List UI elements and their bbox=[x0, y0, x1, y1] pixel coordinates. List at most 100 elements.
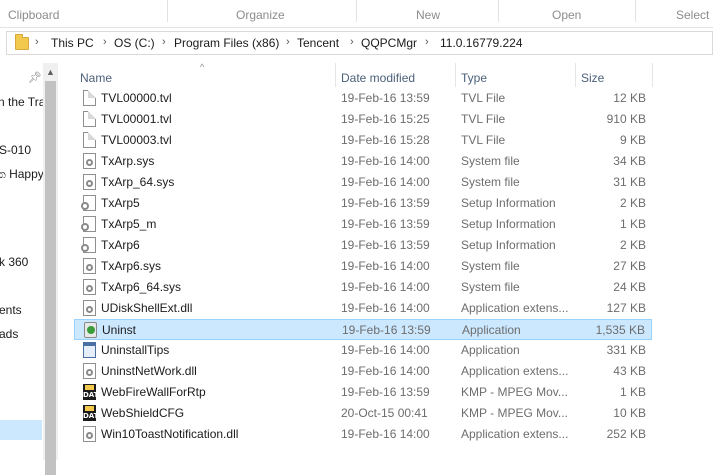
file-row[interactable]: TVL00000.tvl 19-Feb-16 13:59 TVL File 12 KB bbox=[74, 88, 652, 109]
file-size: 2 KB bbox=[619, 238, 646, 252]
folder-icon bbox=[15, 34, 29, 50]
chevron-right-icon[interactable]: › bbox=[103, 36, 107, 48]
file-row[interactable]: DAT WebFireWallForRtp 19-Feb-16 13:59 KMP -… bbox=[74, 382, 652, 403]
ribbon-divider bbox=[356, 0, 357, 22]
file-size: 31 KB bbox=[613, 175, 646, 189]
file-type: KMP - MPEG Mov... bbox=[461, 385, 568, 399]
file-row[interactable]: TxArp5_m 19-Feb-16 13:59 Setup Information… bbox=[74, 214, 652, 235]
pin-icon[interactable]: 📌︎ bbox=[28, 71, 42, 84]
file-row[interactable]: UDiskShellExt.dll 19-Feb-16 14:00 Applicat… bbox=[74, 298, 652, 319]
column-header-name[interactable]: Name bbox=[80, 71, 112, 85]
file-row[interactable]: TVL00003.tvl 19-Feb-16 15:28 TVL File 9 KB bbox=[74, 130, 652, 151]
nav-item[interactable]: ents bbox=[0, 303, 22, 317]
file-type: Setup Information bbox=[461, 196, 556, 210]
file-date-modified: 19-Feb-16 14:00 bbox=[341, 343, 430, 357]
file-type: TVL File bbox=[461, 91, 506, 105]
file-row[interactable]: TxArp6.sys 19-Feb-16 14:00 System file 27 K… bbox=[74, 256, 652, 277]
chevron-right-icon[interactable]: › bbox=[162, 36, 166, 48]
column-header-row: ^ Name Date modified Type Size bbox=[74, 63, 713, 87]
system-file-icon bbox=[83, 300, 96, 316]
chevron-right-icon[interactable]: › bbox=[35, 36, 39, 48]
file-row[interactable]: TxArp_64.sys 19-Feb-16 14:00 System file 31… bbox=[74, 172, 652, 193]
file-type: TVL File bbox=[461, 112, 506, 126]
file-date-modified: 19-Feb-16 14:00 bbox=[341, 154, 430, 168]
file-date-modified: 19-Feb-16 14:00 bbox=[341, 175, 430, 189]
ribbon-group-organize: Organize bbox=[236, 8, 285, 22]
document-icon bbox=[83, 111, 96, 127]
system-file-icon bbox=[83, 153, 96, 169]
ribbon: Clipboard Organize New Open Select bbox=[0, 0, 713, 28]
column-divider[interactable] bbox=[455, 63, 456, 87]
file-row[interactable]: TxArp6_64.sys 19-Feb-16 14:00 System file 2… bbox=[74, 277, 652, 298]
system-file-icon bbox=[83, 258, 96, 274]
file-name: TxArp6 bbox=[101, 238, 140, 252]
file-type: Setup Information bbox=[461, 238, 556, 252]
document-icon bbox=[83, 90, 96, 106]
system-file-icon bbox=[83, 174, 96, 190]
chevron-right-icon[interactable]: › bbox=[350, 36, 354, 48]
breadcrumb-tencent[interactable]: Tencent bbox=[297, 36, 339, 50]
file-size: 24 KB bbox=[613, 280, 646, 294]
file-size: 27 KB bbox=[613, 259, 646, 273]
file-size: 1 KB bbox=[619, 385, 646, 399]
chevron-right-icon[interactable]: › bbox=[425, 36, 429, 48]
file-date-modified: 19-Feb-16 13:59 bbox=[341, 238, 430, 252]
file-name: TVL00000.tvl bbox=[101, 91, 172, 105]
file-size: 331 KB bbox=[606, 343, 646, 357]
nav-item[interactable]: n the Tra bbox=[0, 95, 45, 109]
column-header-type[interactable]: Type bbox=[461, 71, 487, 85]
column-header-date[interactable]: Date modified bbox=[341, 71, 415, 85]
file-name: UninstNetWork.dll bbox=[101, 364, 197, 378]
column-divider[interactable] bbox=[335, 63, 336, 87]
file-date-modified: 19-Feb-16 13:59 bbox=[342, 323, 431, 337]
file-row[interactable]: TxArp6 19-Feb-16 13:59 Setup Information 2 … bbox=[74, 235, 652, 256]
column-header-size[interactable]: Size bbox=[581, 71, 604, 85]
dat-file-icon: DAT bbox=[83, 384, 98, 400]
file-name: UninstallTips bbox=[101, 343, 170, 357]
file-date-modified: 19-Feb-16 13:59 bbox=[341, 91, 430, 105]
breadcrumb-version-folder[interactable]: 11.0.16779.224 bbox=[440, 36, 523, 50]
breadcrumb-this-pc[interactable]: This PC bbox=[51, 36, 94, 50]
file-row[interactable]: Uninst 19-Feb-16 13:59 Application 1,535 KB bbox=[74, 319, 652, 340]
scrollbar-thumb[interactable] bbox=[45, 81, 56, 475]
file-row[interactable]: TxArp5 19-Feb-16 13:59 Setup Information 2 … bbox=[74, 193, 652, 214]
file-row[interactable]: DAT WebShieldCFG 20-Oct-15 00:41 KMP - MPEG… bbox=[74, 403, 652, 424]
breadcrumb-os-drive[interactable]: OS (C:) bbox=[114, 36, 155, 50]
file-row[interactable]: UninstNetWork.dll 19-Feb-16 14:00 Applicat… bbox=[74, 361, 652, 382]
chevron-right-icon[interactable]: › bbox=[286, 36, 290, 48]
file-row[interactable]: Win10ToastNotification.dll 19-Feb-16 14:0… bbox=[74, 424, 652, 445]
nav-item[interactable]: ක Happy bbox=[0, 167, 44, 182]
file-type: Application bbox=[461, 343, 520, 357]
ribbon-group-clipboard: Clipboard bbox=[8, 8, 60, 22]
file-name: TxArp6.sys bbox=[101, 259, 162, 273]
nav-item[interactable]: k 360 bbox=[0, 255, 28, 269]
file-size: 9 KB bbox=[619, 133, 646, 147]
file-name: TxArp5 bbox=[101, 196, 140, 210]
file-name: TxArp6_64.sys bbox=[101, 280, 182, 294]
breadcrumb-program-files[interactable]: Program Files (x86) bbox=[174, 36, 279, 50]
nav-scrollbar[interactable]: ▲ bbox=[43, 63, 58, 475]
column-divider[interactable] bbox=[652, 63, 653, 87]
scroll-up-icon[interactable]: ▲ bbox=[46, 67, 55, 77]
file-row[interactable]: TVL00001.tvl 19-Feb-16 15:25 TVL File 910 K… bbox=[74, 109, 652, 130]
file-name: TxArp_64.sys bbox=[101, 175, 175, 189]
file-size: 910 KB bbox=[606, 112, 646, 126]
breadcrumb-qqpcmgr[interactable]: QQPCMgr bbox=[361, 36, 417, 50]
system-file-icon bbox=[83, 426, 96, 442]
file-row[interactable]: UninstallTips 19-Feb-16 14:00 Application 3… bbox=[74, 340, 652, 361]
nav-item[interactable]: S-010 bbox=[0, 143, 31, 157]
system-file-icon bbox=[83, 279, 96, 295]
nav-item[interactable]: ads bbox=[0, 327, 18, 341]
file-date-modified: 19-Feb-16 15:28 bbox=[341, 133, 430, 147]
file-date-modified: 19-Feb-16 14:00 bbox=[341, 427, 430, 441]
file-type: KMP - MPEG Mov... bbox=[461, 406, 568, 420]
file-date-modified: 19-Feb-16 13:59 bbox=[341, 385, 430, 399]
nav-selected-item[interactable] bbox=[0, 420, 42, 440]
file-name: TVL00001.tvl bbox=[101, 112, 172, 126]
dat-file-icon: DAT bbox=[83, 405, 98, 421]
file-row[interactable]: TxArp.sys 19-Feb-16 14:00 System file 34 KB bbox=[74, 151, 652, 172]
ribbon-group-select: Select bbox=[676, 8, 710, 22]
column-divider[interactable] bbox=[575, 63, 576, 87]
address-bar[interactable]: › This PC › OS (C:) › Program Files (x86… bbox=[6, 31, 713, 55]
application-icon bbox=[83, 342, 96, 358]
